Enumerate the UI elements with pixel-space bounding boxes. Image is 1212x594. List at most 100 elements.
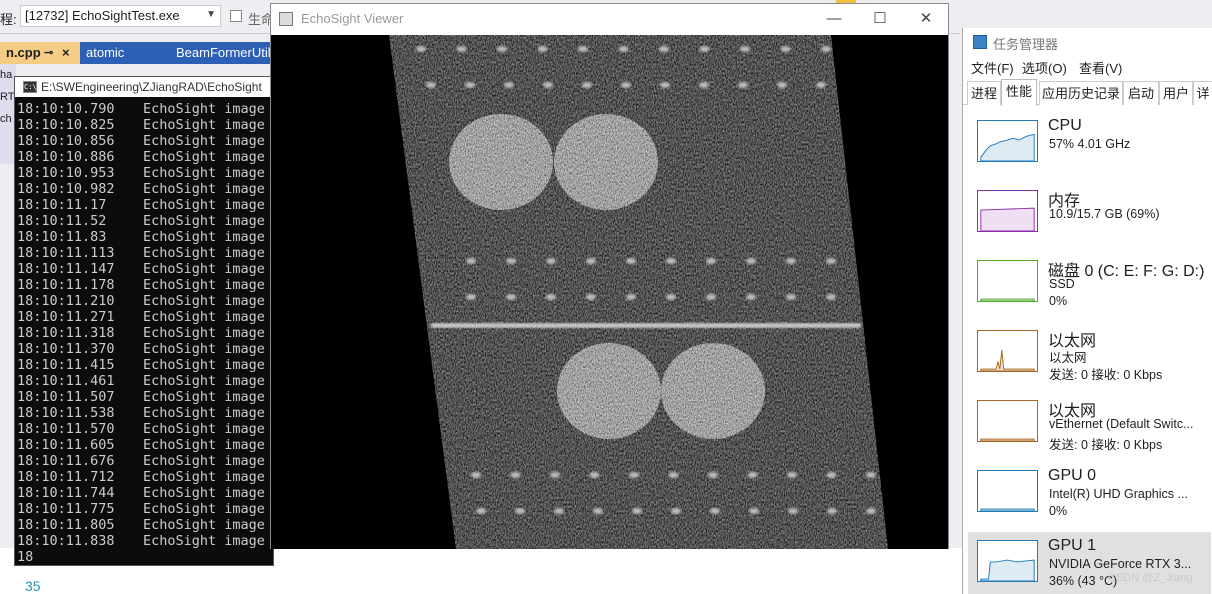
console-message: EchoSight image [143, 213, 265, 229]
echosight-viewer-window[interactable]: EchoSight Viewer — ☐ ✕ [270, 3, 949, 549]
usage-graph [977, 330, 1038, 372]
console-line: 18 [17, 549, 273, 565]
tm-item-sub1: NVIDIA GeForce RTX 3... [1049, 557, 1192, 571]
point-target [740, 46, 750, 52]
tm-item-磁盘-0--c--e--f--g--d--[interactable]: 磁盘 0 (C: E: F: G: D:) SSD 0% [968, 252, 1211, 318]
tab-processes[interactable]: 进程 [967, 81, 1001, 105]
console-line: 18:10:11.838 EchoSight image [17, 533, 273, 549]
console-message: EchoSight image [143, 325, 265, 341]
console-timestamp: 18:10:11.507 [17, 389, 115, 405]
console-timestamp: 18:10:10.982 [17, 181, 115, 197]
tm-item-内存[interactable]: 内存 10.9/15.7 GB (69%) [968, 182, 1211, 248]
point-target [827, 508, 837, 514]
task-manager-window[interactable]: 任务管理器 文件(F) 选项(O) 查看(V) 进程 性能 应用历史记录 启动 … [962, 28, 1212, 594]
viewer-title-bar[interactable]: EchoSight Viewer — ☐ ✕ [271, 4, 948, 34]
console-message: EchoSight image [143, 341, 265, 357]
tm-item-name: GPU 0 [1048, 467, 1097, 484]
menu-view[interactable]: 查看(V) [1079, 58, 1122, 77]
console-timestamp: 18:10:11.415 [17, 357, 115, 373]
point-target [777, 82, 787, 88]
point-target [626, 258, 636, 264]
console-message: EchoSight image [143, 165, 265, 181]
point-target [668, 472, 679, 478]
minimize-button[interactable]: — [811, 4, 857, 34]
point-target [506, 294, 516, 300]
tab-details[interactable]: 详 [1193, 81, 1212, 105]
app-icon [279, 12, 293, 26]
tab-performance[interactable]: 性能 [1001, 79, 1037, 106]
console-title-bar[interactable]: C:\ E:\SWEngineering\ZJiangRAD\EchoSight [15, 77, 275, 97]
console-message: EchoSight image [143, 373, 265, 389]
tab-users[interactable]: 用户 [1159, 81, 1193, 105]
console-timestamp: 18:10:11.178 [17, 277, 115, 293]
console-line: 18:10:10.982 EchoSight image [17, 181, 273, 197]
point-target [578, 46, 588, 52]
console-timestamp: 18:10:11.838 [17, 533, 115, 549]
point-target [788, 508, 798, 514]
tab-app-history[interactable]: 应用历史记录 [1039, 81, 1123, 105]
console-timestamp: 18:10:10.886 [17, 149, 115, 165]
point-target [747, 472, 758, 478]
tm-item-sub2: 0% [1049, 504, 1068, 518]
console-line: 18:10:11.83 EchoSight image [17, 229, 273, 245]
point-target [543, 82, 553, 88]
point-target [746, 294, 756, 300]
console-line: 18:10:11.538 EchoSight image [17, 405, 273, 421]
line-number: 35 [25, 578, 41, 594]
point-target [738, 82, 748, 88]
tm-item-sub2: 发送: 0 接收: 0 Kbps [1049, 368, 1163, 382]
reflector-line [431, 323, 861, 328]
tab-startup[interactable]: 启动 [1123, 81, 1159, 105]
point-target [866, 472, 876, 478]
tab-beamformerutil[interactable]: BeamFormerUtil [170, 42, 271, 64]
tab-atomic[interactable]: atomic [80, 42, 170, 64]
close-button[interactable]: ✕ [903, 4, 949, 34]
console-message: EchoSight image [143, 437, 265, 453]
point-target [816, 82, 826, 88]
console-line: 18:10:11.271 EchoSight image [17, 309, 273, 325]
tm-item-以太网[interactable]: 以太网 以太网 发送: 0 接收: 0 Kbps [968, 322, 1211, 388]
watermark: CSDN @Z_Jiang [1108, 572, 1193, 584]
console-line: 18:10:10.856 EchoSight image [17, 133, 273, 149]
tm-item-sub2: 36% (43 °C) [1049, 574, 1118, 588]
console-timestamp: 18:10:10.953 [17, 165, 115, 181]
tm-item-以太网[interactable]: 以太网 vEthernet (Default Switc... 发送: 0 接收: … [968, 392, 1211, 458]
point-target [593, 508, 603, 514]
point-target [497, 46, 507, 52]
tm-item-cpu[interactable]: CPU 57% 4.01 GHz [968, 112, 1211, 178]
point-target [471, 472, 481, 478]
point-target [629, 472, 639, 478]
maximize-button[interactable]: ☐ [857, 4, 903, 34]
point-target [706, 258, 716, 264]
tab-main-cpp[interactable]: n.cpp ⊸ × [0, 42, 80, 64]
console-line: 18:10:10.886 EchoSight image [17, 149, 273, 165]
close-icon[interactable]: × [62, 42, 70, 64]
point-target [666, 258, 676, 264]
console-message: EchoSight image [143, 357, 265, 373]
point-target [826, 258, 836, 264]
lifecycle-events-icon[interactable] [230, 10, 242, 22]
console-message: EchoSight image [143, 309, 265, 325]
tm-item-sub1: Intel(R) UHD Graphics ... [1049, 487, 1188, 501]
console-line: 18:10:11.461 EchoSight image [17, 373, 273, 389]
point-target [666, 294, 676, 300]
tm-item-sub2: 0% [1049, 294, 1068, 308]
console-timestamp: 18:10:11.113 [17, 245, 115, 261]
point-target [699, 46, 710, 52]
menu-file[interactable]: 文件(F) [971, 58, 1014, 77]
console-timestamp: 18:10:11.538 [17, 405, 115, 421]
console-line: 18:10:11.370 EchoSight image [17, 341, 273, 357]
point-target [465, 82, 475, 88]
tm-title-bar[interactable]: 任务管理器 [963, 28, 1212, 56]
point-target [746, 258, 756, 264]
console-window[interactable]: C:\ E:\SWEngineering\ZJiangRAD\EchoSight… [14, 76, 275, 566]
tm-item-gpu-0[interactable]: GPU 0 Intel(R) UHD Graphics ... 0% [968, 462, 1211, 528]
console-message: EchoSight image [143, 501, 265, 517]
chevron-down-icon[interactable]: ▼ [206, 9, 216, 20]
menu-options[interactable]: 选项(O) [1022, 58, 1067, 77]
pin-icon[interactable]: ⊸ [44, 42, 53, 64]
console-timestamp: 18:10:11.83 [17, 229, 107, 245]
tm-item-gpu-1[interactable]: GPU 1 NVIDIA GeForce RTX 3... 36% (43 °C) [968, 532, 1211, 594]
console-output: 18:10:10.790 EchoSight image 18:10:10.825 E… [17, 101, 273, 565]
process-select[interactable]: [12732] EchoSightTest.exe ▼ [20, 5, 221, 27]
